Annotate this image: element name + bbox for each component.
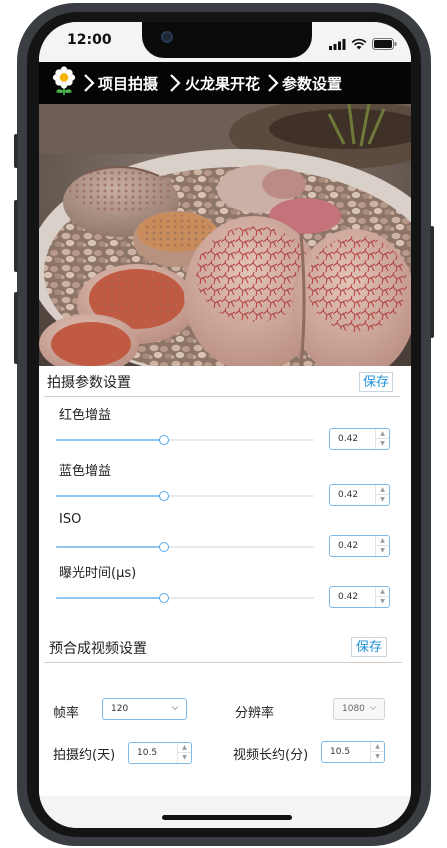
status-bar: 12:00 <box>39 22 411 62</box>
red-gain-slider-fill <box>56 439 164 441</box>
chevron-right-icon <box>82 73 96 93</box>
stepper-down-icon[interactable]: ▼ <box>376 495 389 505</box>
capture-days-value[interactable]: 10.5 <box>137 748 157 758</box>
volume-down-button <box>14 292 18 364</box>
stepper-up-icon[interactable]: ▲ <box>371 742 384 752</box>
resolution-value: 1080 <box>342 704 365 714</box>
mute-switch <box>14 134 18 168</box>
param-label-blue-gain: 蓝色增益 <box>59 464 112 479</box>
capture-days-label: 拍摄约(天) <box>53 748 116 763</box>
param-label-exposure-time: 曝光时间(μs) <box>59 566 137 581</box>
breadcrumb-project-shoot[interactable]: 项目拍摄 <box>98 73 158 94</box>
iso-slider-thumb[interactable] <box>159 542 169 552</box>
video-settings-title: 预合成视频设置 <box>49 641 147 657</box>
frame-rate-value: 120 <box>111 704 129 714</box>
capture-days-stepper[interactable]: ▲ ▼ <box>177 743 191 763</box>
iso-stepper[interactable]: ▲ ▼ <box>375 536 389 556</box>
stepper-down-icon[interactable]: ▼ <box>376 597 389 607</box>
flower-logo-icon[interactable] <box>51 66 77 98</box>
settings-panel: 拍摄参数设置 保存 红色增益 0.42 ▲ ▼ 蓝色增益 0.42 ▲ ▼ ISO <box>39 366 411 796</box>
chevron-right-icon <box>266 73 280 93</box>
home-indicator[interactable] <box>162 815 292 820</box>
stepper-up-icon[interactable]: ▲ <box>178 743 191 753</box>
stepper-up-icon[interactable]: ▲ <box>376 536 389 546</box>
blue-gain-slider-fill <box>56 495 164 497</box>
camera-preview-image <box>39 104 411 366</box>
capture-settings-title: 拍摄参数设置 <box>47 375 131 391</box>
red-gain-input[interactable]: 0.42 ▲ ▼ <box>329 428 390 450</box>
bottom-safe-area <box>39 796 411 828</box>
exposure-time-input[interactable]: 0.42 ▲ ▼ <box>329 586 390 608</box>
red-gain-value[interactable]: 0.42 <box>338 434 358 444</box>
resolution-select[interactable]: 1080 <box>333 698 385 720</box>
red-gain-slider[interactable] <box>56 435 314 445</box>
capture-days-input[interactable]: 10.5 ▲ ▼ <box>128 742 192 764</box>
exposure-time-slider[interactable] <box>56 593 314 603</box>
status-time: 12:00 <box>67 32 112 48</box>
param-label-iso: ISO <box>59 512 82 527</box>
stepper-up-icon[interactable]: ▲ <box>376 485 389 495</box>
blue-gain-slider[interactable] <box>56 491 314 501</box>
blue-gain-value[interactable]: 0.42 <box>338 490 358 500</box>
wifi-icon <box>351 35 367 54</box>
nav-bar: 项目拍摄 火龙果开花 参数设置 <box>39 62 411 104</box>
volume-up-button <box>14 200 18 272</box>
chevron-right-icon <box>168 73 182 93</box>
blue-gain-stepper[interactable]: ▲ ▼ <box>375 485 389 505</box>
stepper-up-icon[interactable]: ▲ <box>376 429 389 439</box>
stepper-down-icon[interactable]: ▼ <box>376 439 389 449</box>
status-icons <box>329 35 397 54</box>
video-settings-divider <box>44 662 402 663</box>
power-button <box>430 226 434 338</box>
stepper-up-icon[interactable]: ▲ <box>376 587 389 597</box>
iso-slider[interactable] <box>56 542 314 552</box>
resolution-label: 分辨率 <box>235 706 275 721</box>
video-length-stepper[interactable]: ▲ ▼ <box>370 742 384 762</box>
breadcrumb-project-name[interactable]: 火龙果开花 <box>185 73 260 94</box>
iso-input[interactable]: 0.42 ▲ ▼ <box>329 535 390 557</box>
exposure-time-value[interactable]: 0.42 <box>338 592 358 602</box>
exposure-time-stepper[interactable]: ▲ ▼ <box>375 587 389 607</box>
exposure-time-slider-thumb[interactable] <box>159 593 169 603</box>
video-settings-save-button[interactable]: 保存 <box>351 637 387 657</box>
chevron-down-icon <box>368 703 378 713</box>
video-length-value[interactable]: 10.5 <box>330 747 350 757</box>
frame-rate-select[interactable]: 120 <box>102 698 187 720</box>
stepper-down-icon[interactable]: ▼ <box>376 546 389 556</box>
exposure-time-slider-fill <box>56 597 164 599</box>
stepper-down-icon[interactable]: ▼ <box>371 752 384 762</box>
frame-rate-label: 帧率 <box>53 706 80 721</box>
iso-slider-fill <box>56 546 164 548</box>
notch <box>142 22 312 58</box>
chevron-down-icon <box>170 703 180 713</box>
stepper-down-icon[interactable]: ▼ <box>178 753 191 763</box>
battery-icon <box>372 35 397 54</box>
red-gain-slider-thumb[interactable] <box>159 435 169 445</box>
blue-gain-input[interactable]: 0.42 ▲ ▼ <box>329 484 390 506</box>
video-length-label: 视频长约(分) <box>233 748 309 763</box>
param-label-red-gain: 红色增益 <box>59 408 112 423</box>
front-camera <box>161 31 173 43</box>
capture-settings-save-button[interactable]: 保存 <box>359 372 393 392</box>
cellular-signal-icon <box>329 35 346 54</box>
blue-gain-slider-thumb[interactable] <box>159 491 169 501</box>
video-length-input[interactable]: 10.5 ▲ ▼ <box>321 741 385 763</box>
breadcrumb-current-page: 参数设置 <box>282 75 343 93</box>
iso-value[interactable]: 0.42 <box>338 541 358 551</box>
red-gain-stepper[interactable]: ▲ ▼ <box>375 429 389 449</box>
phone-screen: 12:00 项目拍摄 火龙果开花 参数设置 拍摄参数设置 保存 红色增益 0.4… <box>39 22 411 828</box>
capture-settings-divider <box>44 396 400 397</box>
